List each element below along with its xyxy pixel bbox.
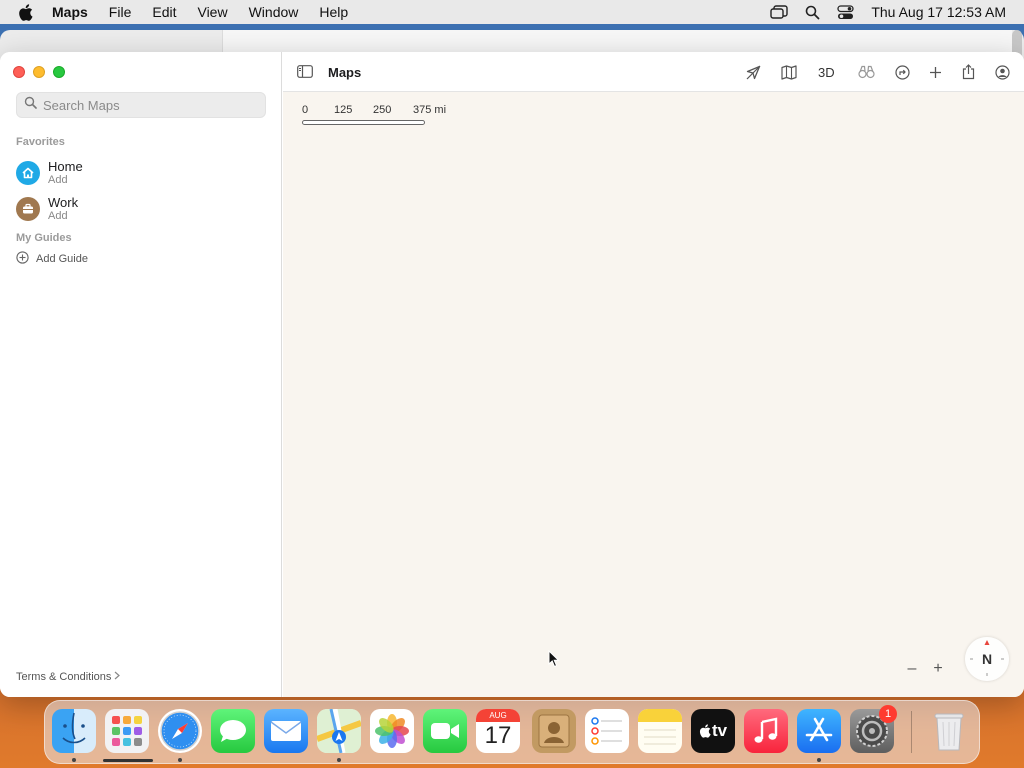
control-center-icon[interactable] [837, 4, 854, 20]
terms-link[interactable]: Terms & Conditions [16, 671, 121, 683]
dock-separator [911, 711, 912, 753]
scale-bar [302, 120, 425, 125]
favorite-work[interactable]: Work Add [16, 195, 78, 223]
apple-menu-icon[interactable] [18, 3, 36, 21]
menu-window[interactable]: Window [249, 4, 299, 20]
zoom-controls: – + [906, 660, 944, 678]
add-guide-button[interactable]: Add Guide [16, 251, 88, 267]
compass-button[interactable]: N [965, 637, 1009, 681]
look-around-icon[interactable] [858, 62, 875, 82]
finder-icon[interactable] [52, 709, 96, 753]
app-store-icon[interactable] [797, 709, 841, 753]
location-arrow-icon[interactable] [746, 62, 761, 82]
map-view[interactable]: Maps 3D 0 125 250 375 mi – + N [283, 52, 1024, 697]
calendar-month: AUG [476, 709, 520, 722]
facetime-icon[interactable] [423, 709, 467, 753]
maps-window: Favorites Home Add Work Add My Guides [0, 52, 1024, 697]
chevron-right-icon [114, 671, 121, 683]
safari-running-dot [178, 758, 182, 762]
my-guides-heading: My Guides [16, 232, 72, 244]
scale-label-0: 0 [302, 104, 309, 116]
map-mode-icon[interactable] [781, 62, 797, 82]
calendar-icon[interactable]: AUG 17 [476, 709, 520, 753]
apple-tv-label: tv [711, 721, 728, 740]
favorites-heading: Favorites [16, 136, 65, 148]
menu-help[interactable]: Help [319, 4, 348, 20]
toolbar: Maps 3D [283, 52, 1024, 92]
photos-icon[interactable] [370, 709, 414, 753]
zoom-out-button[interactable]: – [906, 660, 918, 678]
menubar-clock[interactable]: Thu Aug 17 12:53 AM [871, 4, 1006, 20]
maps-running-dot [337, 758, 341, 762]
menu-app-name[interactable]: Maps [52, 4, 88, 20]
reminders-icon[interactable] [585, 709, 629, 753]
calendar-day: 17 [484, 722, 512, 749]
add-icon[interactable] [929, 62, 942, 82]
apple-tv-icon[interactable]: tv [691, 709, 735, 753]
app-store-running-dot [817, 758, 821, 762]
plus-circle-icon [16, 251, 29, 267]
scale-label-250: 250 [373, 104, 392, 116]
messages-icon[interactable] [211, 709, 255, 753]
safari-icon[interactable] [158, 709, 202, 753]
mouse-cursor-icon [548, 649, 560, 673]
music-icon[interactable] [744, 709, 788, 753]
menu-edit[interactable]: Edit [152, 4, 176, 20]
scale-label-375: 375 mi [413, 104, 447, 116]
compass-ticks-icon [970, 640, 1004, 676]
account-icon[interactable] [995, 62, 1010, 82]
fullscreen-window-button[interactable] [53, 66, 65, 78]
menu-file[interactable]: File [109, 4, 132, 20]
launchpad-indicator [103, 759, 153, 762]
menu-bar: Maps File Edit View Window Help Thu Aug … [0, 0, 1024, 24]
search-field[interactable] [16, 92, 266, 118]
menu-view[interactable]: View [197, 4, 227, 20]
window-title: Maps [328, 65, 362, 80]
sidebar: Favorites Home Add Work Add My Guides [0, 52, 282, 697]
finder-running-dot [72, 758, 76, 762]
favorite-work-name: Work [48, 195, 79, 210]
launchpad-icon[interactable] [105, 709, 149, 753]
favorite-home-name: Home [48, 159, 83, 174]
terms-label: Terms & Conditions [16, 671, 112, 683]
search-icon [24, 96, 37, 114]
maps-app-icon[interactable] [317, 709, 361, 753]
stage-manager-icon[interactable] [770, 5, 789, 19]
route-icon[interactable] [895, 62, 910, 82]
map-scale: 0 125 250 375 mi [302, 104, 472, 125]
favorite-home[interactable]: Home Add [16, 159, 83, 187]
favorite-home-add[interactable]: Add [48, 174, 83, 187]
sidebar-toggle-icon[interactable] [297, 65, 313, 83]
search-input[interactable] [43, 97, 253, 113]
house-icon [16, 161, 40, 185]
share-icon[interactable] [962, 62, 975, 82]
mail-icon[interactable] [264, 709, 308, 753]
3d-button[interactable]: 3D [818, 62, 835, 82]
notes-icon[interactable] [638, 709, 682, 753]
close-window-button[interactable] [13, 66, 25, 78]
trash-icon[interactable] [927, 709, 971, 753]
window-controls [13, 66, 65, 78]
minimize-window-button[interactable] [33, 66, 45, 78]
scale-label-125: 125 [334, 104, 353, 116]
briefcase-icon [16, 197, 40, 221]
favorite-work-add[interactable]: Add [48, 210, 78, 223]
settings-notification-badge: 1 [879, 705, 897, 723]
contacts-icon[interactable] [532, 709, 576, 753]
add-guide-label: Add Guide [36, 253, 88, 265]
spotlight-search-icon[interactable] [805, 5, 820, 20]
zoom-in-button[interactable]: + [932, 660, 944, 678]
dock: AUG 17 tv 1 [44, 700, 980, 764]
